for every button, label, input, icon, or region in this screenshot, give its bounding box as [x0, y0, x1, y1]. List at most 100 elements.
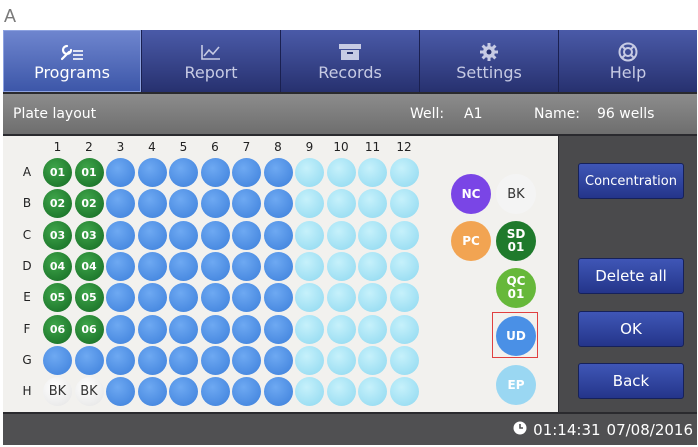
plate-well[interactable]: 04	[43, 251, 72, 281]
plate-well[interactable]	[263, 189, 293, 219]
plate-well[interactable]	[169, 377, 198, 407]
plate-well[interactable]: 02	[74, 189, 104, 219]
plate-well[interactable]: 06	[43, 314, 72, 344]
plate-well[interactable]	[358, 220, 387, 250]
plate-well[interactable]	[200, 345, 230, 375]
plate-well[interactable]: 05	[43, 283, 72, 313]
plate-well[interactable]	[106, 345, 135, 375]
plate-well[interactable]	[263, 283, 293, 313]
plate-well[interactable]	[106, 251, 135, 281]
plate-well[interactable]	[137, 220, 167, 250]
plate-well[interactable]	[106, 314, 135, 344]
plate-well[interactable]	[389, 158, 419, 187]
plate-well[interactable]	[200, 189, 230, 219]
plate-well[interactable]	[232, 377, 261, 407]
plate-well[interactable]	[326, 251, 356, 281]
tab-help[interactable]: Help	[559, 30, 697, 92]
plate-well[interactable]	[389, 377, 419, 407]
plate-well[interactable]	[74, 345, 104, 375]
plate-well[interactable]	[200, 314, 230, 344]
plate-well[interactable]	[200, 283, 230, 313]
plate-well[interactable]	[326, 314, 356, 344]
plate-well[interactable]	[263, 377, 293, 407]
plate-well[interactable]	[326, 158, 356, 187]
plate-well[interactable]	[169, 158, 198, 187]
plate-well[interactable]	[389, 314, 419, 344]
plate-well[interactable]	[232, 189, 261, 219]
plate-well[interactable]	[200, 251, 230, 281]
plate-well[interactable]: 03	[74, 220, 104, 250]
plate-well[interactable]	[326, 345, 356, 375]
plate-well[interactable]	[137, 314, 167, 344]
plate-well[interactable]	[389, 189, 419, 219]
plate-well[interactable]	[263, 314, 293, 344]
plate-well[interactable]	[358, 189, 387, 219]
plate-well[interactable]	[358, 377, 387, 407]
plate-well[interactable]	[232, 314, 261, 344]
legend-sd-button[interactable]: SD 01	[496, 221, 536, 261]
plate-well[interactable]	[389, 283, 419, 313]
plate-well[interactable]: 05	[74, 283, 104, 313]
concentration-button[interactable]: Concentration	[578, 163, 684, 199]
plate-well[interactable]	[295, 377, 324, 407]
plate-well[interactable]	[106, 158, 135, 187]
plate-well[interactable]	[106, 189, 135, 219]
plate-well[interactable]	[43, 345, 72, 375]
tab-settings[interactable]: Settings	[420, 30, 559, 92]
plate-well[interactable]	[326, 220, 356, 250]
back-button[interactable]: Back	[578, 363, 684, 399]
plate-well[interactable]	[389, 345, 419, 375]
plate-well[interactable]	[232, 220, 261, 250]
plate-well[interactable]	[106, 220, 135, 250]
plate-well[interactable]: 02	[43, 189, 72, 219]
ok-button[interactable]: OK	[578, 311, 684, 347]
plate-well[interactable]	[169, 220, 198, 250]
plate-well[interactable]: 06	[74, 314, 104, 344]
plate-well[interactable]	[263, 158, 293, 187]
plate-well[interactable]	[358, 158, 387, 187]
plate-well[interactable]	[389, 251, 419, 281]
plate-well[interactable]	[169, 345, 198, 375]
plate-well[interactable]: BK	[43, 377, 72, 407]
plate-well[interactable]	[358, 283, 387, 313]
plate-well[interactable]	[232, 345, 261, 375]
plate-well[interactable]: 01	[43, 158, 72, 187]
plate-well[interactable]	[137, 251, 167, 281]
plate-well[interactable]: 03	[43, 220, 72, 250]
plate-well[interactable]	[232, 158, 261, 187]
plate-well[interactable]	[169, 314, 198, 344]
plate-well[interactable]	[106, 377, 135, 407]
plate-well[interactable]	[137, 377, 167, 407]
tab-records[interactable]: Records	[281, 30, 420, 92]
plate-well[interactable]	[295, 345, 324, 375]
plate-well[interactable]	[137, 158, 167, 187]
plate-well[interactable]	[295, 220, 324, 250]
plate-well[interactable]	[326, 189, 356, 219]
plate-well[interactable]	[263, 251, 293, 281]
plate-well[interactable]	[106, 283, 135, 313]
legend-qc-button[interactable]: QC 01	[496, 268, 536, 308]
plate-well[interactable]	[295, 158, 324, 187]
delete-all-button[interactable]: Delete all	[578, 258, 684, 294]
plate-well[interactable]	[389, 220, 419, 250]
plate-well[interactable]	[358, 345, 387, 375]
plate-well[interactable]: BK	[74, 377, 104, 407]
plate-well[interactable]	[137, 189, 167, 219]
plate-well[interactable]	[263, 220, 293, 250]
tab-programs[interactable]: Programs	[3, 30, 142, 92]
plate-well[interactable]	[200, 158, 230, 187]
plate-well[interactable]	[263, 345, 293, 375]
tab-report[interactable]: Report	[142, 30, 281, 92]
plate-well[interactable]	[295, 283, 324, 313]
legend-bk-button[interactable]: BK	[496, 174, 536, 214]
plate-well[interactable]	[295, 314, 324, 344]
plate-well[interactable]	[295, 251, 324, 281]
plate-well[interactable]	[137, 283, 167, 313]
plate-well[interactable]	[137, 345, 167, 375]
plate-well[interactable]	[326, 377, 356, 407]
plate-well[interactable]: 04	[74, 251, 104, 281]
legend-pc-button[interactable]: PC	[451, 221, 491, 261]
plate-well[interactable]	[169, 283, 198, 313]
plate-well[interactable]	[169, 189, 198, 219]
plate-well[interactable]	[169, 251, 198, 281]
